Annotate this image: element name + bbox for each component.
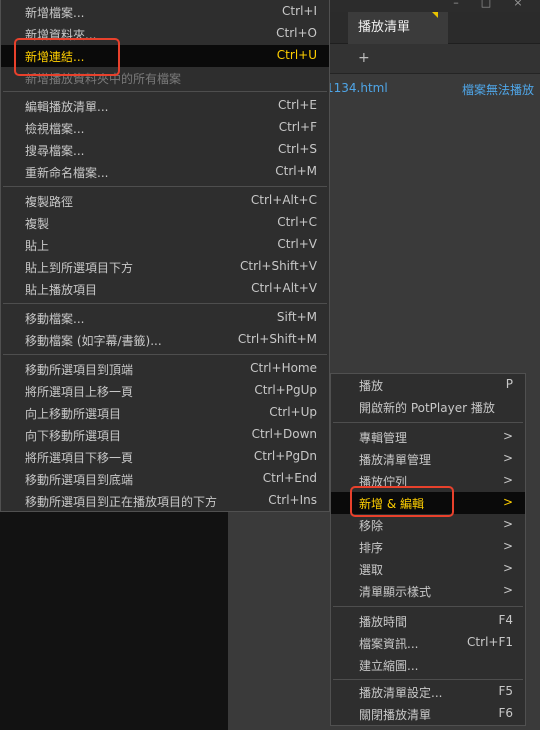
submenu-arrow-icon: > — [502, 451, 513, 465]
submenu-arrow-icon: > — [502, 583, 513, 597]
title-strip: – □ × — [330, 0, 540, 12]
add-tab-icon[interactable]: + — [358, 50, 370, 66]
playlist-tab-strip: + — [330, 44, 540, 74]
menu-item-view-file[interactable]: 檢視檔案... Ctrl+F — [1, 117, 329, 139]
file-name: 1134.html — [326, 81, 388, 95]
menu-item-move-to-top[interactable]: 移動所選項目到頂端 Ctrl+Home — [1, 358, 329, 380]
menu-item-page-down[interactable]: 將所選項目下移一頁 Ctrl+PgDn — [1, 446, 329, 468]
playlist-context-menu: 播放 P 開啟新的 PotPlayer 播放 專輯管理 > 播放清單管理 > 播放佇列… — [330, 373, 526, 726]
menu-item-remove[interactable]: 移除 > — [331, 514, 525, 536]
menu-item-move-down[interactable]: 向下移動所選項目 Ctrl+Down — [1, 424, 329, 446]
menu-separator — [3, 303, 327, 304]
menu-item-paste-below[interactable]: 貼上到所選項目下方 Ctrl+Shift+V — [1, 256, 329, 278]
menu-item-move-to-bottom[interactable]: 移動所選項目到底端 Ctrl+End — [1, 468, 329, 490]
menu-item-search-file[interactable]: 搜尋檔案... Ctrl+S — [1, 139, 329, 161]
annotation-box-add-link — [14, 38, 120, 76]
menu-item-play-time[interactable]: 播放時間 F4 — [331, 610, 525, 632]
submenu-arrow-icon: > — [502, 561, 513, 575]
menu-separator — [3, 186, 327, 187]
menu-item-sort[interactable]: 排序 > — [331, 536, 525, 558]
menu-separator — [333, 422, 523, 423]
menu-item-playlist-manager[interactable]: 播放清單管理 > — [331, 448, 525, 470]
menu-item-copy[interactable]: 複製 Ctrl+C — [1, 212, 329, 234]
add-edit-submenu: 新增檔案... Ctrl+I 新增資料夾... Ctrl+O 新增連結... Ctrl… — [0, 0, 330, 512]
submenu-arrow-icon: > — [502, 517, 513, 531]
menu-item-move-file-with-subs[interactable]: 移動檔案 (如字幕/書籤)... Ctrl+Shift+M — [1, 329, 329, 351]
menu-item-paste-playitem[interactable]: 貼上播放項目 Ctrl+Alt+V — [1, 278, 329, 300]
close-icon[interactable]: × — [512, 0, 524, 9]
menu-item-paste[interactable]: 貼上 Ctrl+V — [1, 234, 329, 256]
submenu-arrow-icon: > — [502, 495, 513, 509]
menu-separator — [3, 354, 327, 355]
playlist-row[interactable]: 1134.html 檔案無法播放 — [326, 78, 540, 100]
menu-item-select[interactable]: 選取 > — [331, 558, 525, 580]
menu-item-page-up[interactable]: 將所選項目上移一頁 Ctrl+PgUp — [1, 380, 329, 402]
menu-item-open-new-potplayer[interactable]: 開啟新的 PotPlayer 播放 — [331, 396, 525, 418]
menu-item-play[interactable]: 播放 P — [331, 374, 525, 396]
restore-icon[interactable]: □ — [480, 0, 492, 9]
menu-item-move-up[interactable]: 向上移動所選項目 Ctrl+Up — [1, 402, 329, 424]
menu-item-list-display-style[interactable]: 清單顯示樣式 > — [331, 580, 525, 602]
submenu-arrow-icon: > — [502, 473, 513, 487]
menu-item-file-info[interactable]: 檔案資訊... Ctrl+F1 — [331, 632, 525, 654]
menu-item-rename-file[interactable]: 重新命名檔案... Ctrl+M — [1, 161, 329, 183]
minimize-icon[interactable]: – — [450, 0, 462, 9]
menu-separator — [333, 679, 523, 680]
menu-separator — [333, 606, 523, 607]
menu-separator — [3, 91, 327, 92]
submenu-arrow-icon: > — [502, 429, 513, 443]
menu-item-edit-playlist[interactable]: 編輯播放清單... Ctrl+E — [1, 95, 329, 117]
file-status: 檔案無法播放 — [461, 83, 534, 97]
submenu-arrow-icon: > — [502, 539, 513, 553]
menu-item-move-below-playing[interactable]: 移動所選項目到正在播放項目的下方 Ctrl+Ins — [1, 490, 329, 512]
annotation-box-add-edit — [350, 486, 454, 517]
menu-item-album-manager[interactable]: 專輯管理 > — [331, 426, 525, 448]
menu-item-playlist-settings[interactable]: 播放清單設定... F5 — [331, 681, 525, 703]
video-area — [0, 512, 228, 730]
menu-item-copy-path[interactable]: 複製路徑 Ctrl+Alt+C — [1, 190, 329, 212]
menu-item-add-file[interactable]: 新增檔案... Ctrl+I — [1, 1, 329, 23]
menu-item-create-thumbnail[interactable]: 建立縮圖... — [331, 654, 525, 676]
menu-item-close-playlist[interactable]: 關閉播放清單 F6 — [331, 703, 525, 725]
menu-item-move-file[interactable]: 移動檔案... Sift+M — [1, 307, 329, 329]
tab-corner-marker — [432, 12, 438, 18]
